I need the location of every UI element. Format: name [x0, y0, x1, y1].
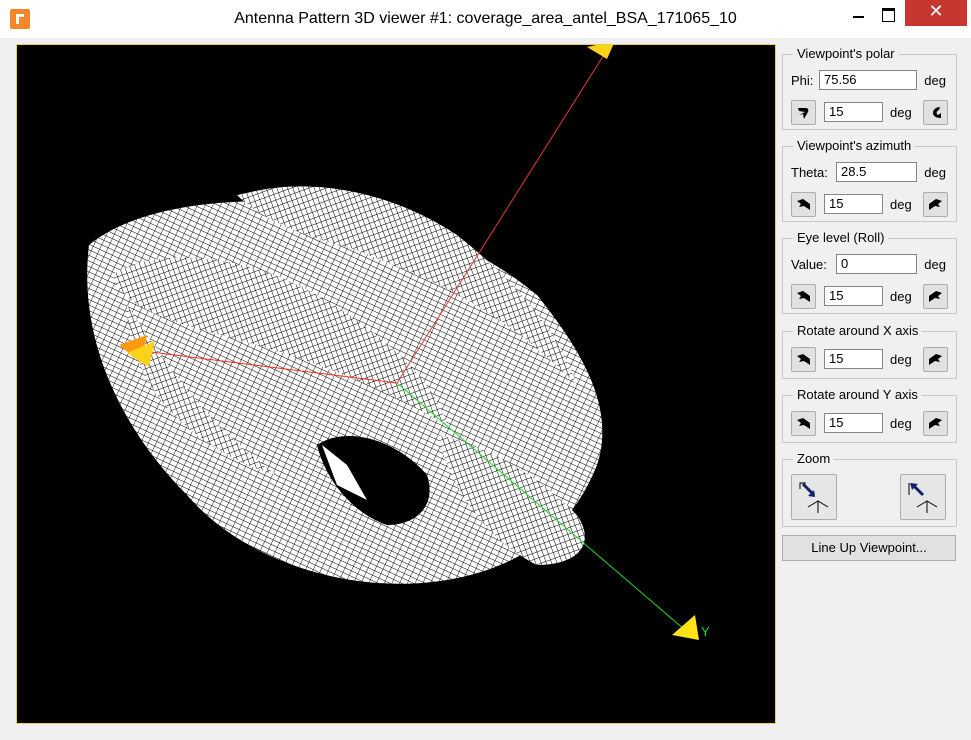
- roll-step-unit: deg: [890, 289, 912, 304]
- eye-level-group: Eye level (Roll) Value: 0 deg 15 deg: [782, 230, 957, 314]
- roll-unit: deg: [924, 257, 946, 272]
- roll-left-button[interactable]: [791, 284, 816, 309]
- rotate-right-icon: [929, 418, 942, 429]
- rotate-right-icon: [929, 199, 942, 210]
- polar-rotate-right-button[interactable]: [923, 100, 948, 125]
- maximize-button[interactable]: [872, 0, 904, 26]
- roll-right-button[interactable]: [923, 284, 948, 309]
- roll-right-icon: [929, 291, 942, 302]
- rotate-right-icon: [933, 107, 941, 118]
- polar-group-title: Viewpoint's polar: [793, 46, 899, 61]
- azimuth-rotate-left-button[interactable]: [791, 192, 816, 217]
- zoom-out-icon: [908, 483, 938, 513]
- minimize-button[interactable]: [843, 0, 875, 26]
- rotate-x-left-button[interactable]: [791, 347, 816, 372]
- rotate-y-group-title: Rotate around Y axis: [793, 387, 922, 402]
- rotate-right-icon: [929, 354, 942, 365]
- antenna-pattern-render: Y: [87, 45, 710, 640]
- line-up-viewpoint-button[interactable]: Line Up Viewpoint...: [782, 535, 956, 561]
- radiation-mesh: [87, 186, 603, 584]
- rotate-y-step-unit: deg: [890, 416, 912, 431]
- zoom-out-button[interactable]: [900, 474, 946, 520]
- rotate-left-icon: [797, 418, 810, 429]
- polar-group: Viewpoint's polar Phi: 75.56 deg 15 deg: [782, 46, 957, 130]
- phi-unit: deg: [924, 73, 946, 88]
- roll-step-input[interactable]: 15: [824, 286, 883, 306]
- azimuth-group: Viewpoint's azimuth Theta: 28.5 deg 15 d…: [782, 138, 957, 222]
- window-title: Antenna Pattern 3D viewer #1: coverage_a…: [234, 10, 737, 27]
- zoom-group-title: Zoom: [793, 451, 835, 466]
- rotate-x-group: Rotate around X axis 15 deg: [782, 323, 957, 379]
- rotate-x-group-title: Rotate around X axis: [793, 323, 923, 338]
- roll-input[interactable]: 0: [836, 254, 917, 274]
- y-axis-arrow: [672, 615, 699, 640]
- azimuth-step-unit: deg: [890, 197, 912, 212]
- rotate-y-right-button[interactable]: [923, 411, 948, 436]
- polar-step-input[interactable]: 15: [824, 102, 883, 122]
- rotate-x-right-button[interactable]: [923, 347, 948, 372]
- rotate-x-step-input[interactable]: 15: [824, 349, 883, 369]
- title-bar: Antenna Pattern 3D viewer #1: coverage_a…: [0, 0, 971, 38]
- theta-label: Theta:: [791, 165, 828, 180]
- azimuth-group-title: Viewpoint's azimuth: [793, 138, 916, 153]
- zoom-in-button[interactable]: [791, 474, 837, 520]
- phi-input[interactable]: 75.56: [819, 70, 917, 90]
- zoom-group: Zoom: [782, 451, 957, 527]
- phi-label: Phi:: [791, 73, 814, 88]
- polar-step-unit: deg: [890, 105, 912, 120]
- eye-level-group-title: Eye level (Roll): [793, 230, 889, 245]
- roll-label: Value:: [791, 257, 827, 272]
- rotate-y-left-button[interactable]: [791, 411, 816, 436]
- polar-rotate-left-button[interactable]: [791, 100, 816, 125]
- rotate-left-icon: [797, 199, 810, 210]
- rotate-y-step-input[interactable]: 15: [824, 413, 883, 433]
- rotate-x-step-unit: deg: [890, 352, 912, 367]
- close-button[interactable]: ✕: [905, 0, 967, 26]
- z-axis-arrow: [587, 45, 614, 59]
- pattern-3d-viewport[interactable]: Y: [16, 44, 776, 724]
- rotate-left-icon: [797, 354, 810, 365]
- theta-input[interactable]: 28.5: [836, 162, 917, 182]
- azimuth-step-input[interactable]: 15: [824, 194, 883, 214]
- theta-unit: deg: [924, 165, 946, 180]
- azimuth-rotate-right-button[interactable]: [923, 192, 948, 217]
- y-axis-label: Y: [701, 624, 710, 639]
- rotate-y-group: Rotate around Y axis 15 deg: [782, 387, 957, 443]
- rotate-left-icon: [798, 108, 809, 119]
- roll-left-icon: [797, 291, 810, 302]
- zoom-in-icon: [799, 482, 829, 513]
